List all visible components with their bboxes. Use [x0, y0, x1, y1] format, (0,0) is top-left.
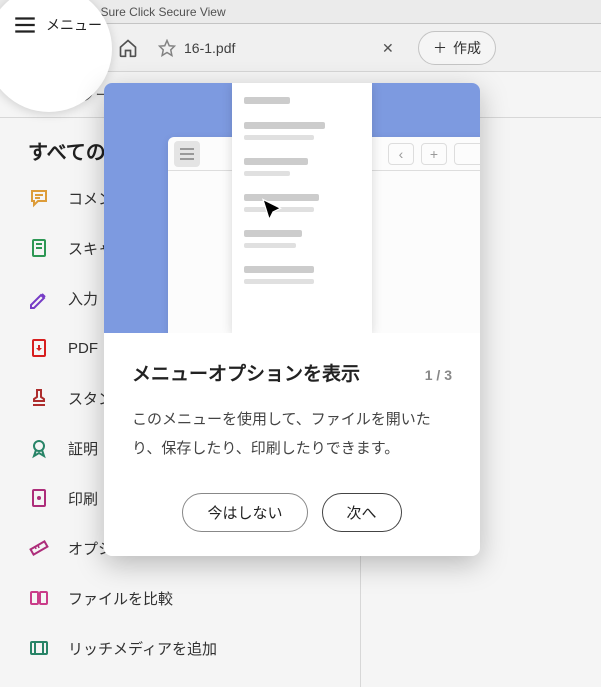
skip-button[interactable]: 今はしない	[182, 493, 307, 532]
home-button[interactable]	[108, 28, 148, 68]
tool-label: ファイルを比較	[68, 588, 173, 609]
next-button[interactable]: 次へ	[322, 493, 402, 532]
compare-icon	[28, 587, 50, 609]
media-icon	[28, 637, 50, 659]
create-label: 作成	[453, 38, 481, 58]
menu-label: メニュー	[42, 38, 98, 58]
tool-label: 証明	[68, 438, 98, 459]
modal-step: 1 / 3	[425, 367, 452, 383]
cert-icon	[28, 437, 50, 459]
scan-icon	[28, 237, 50, 259]
tool-label: PDF	[68, 340, 98, 357]
tool-item[interactable]: ファイルを比較	[28, 587, 346, 609]
ruler-icon	[28, 537, 50, 559]
pen-icon	[28, 287, 50, 309]
home-icon	[118, 38, 138, 58]
tool-label: 印刷	[68, 488, 98, 509]
create-button[interactable]: ＋ 作成	[418, 31, 496, 65]
modal-illustration: ‹ +	[104, 83, 480, 333]
modal-title: メニューオプションを表示	[132, 359, 360, 386]
export-icon	[28, 337, 50, 359]
star-icon[interactable]	[158, 39, 176, 57]
spotlight-menu-overlay: メニュー	[12, 12, 102, 38]
hamburger-icon	[12, 12, 38, 38]
document-tab[interactable]: 16-1.pdf ✕	[148, 30, 408, 66]
print-icon	[28, 487, 50, 509]
tab-label: 16-1.pdf	[176, 40, 382, 56]
tool-label: リッチメディアを追加	[68, 638, 217, 659]
tool-label: 入力	[68, 288, 98, 309]
cursor-icon	[258, 197, 288, 232]
menu-label-spot: メニュー	[46, 15, 102, 35]
modal-description: このメニューを使用して、ファイルを開いたり、保存したり、印刷したりできます。	[132, 406, 452, 463]
tool-item[interactable]: リッチメディアを追加	[28, 637, 346, 659]
plus-icon: ＋	[433, 38, 447, 58]
comment-icon	[28, 187, 50, 209]
close-tab-button[interactable]: ✕	[382, 40, 398, 56]
hamburger-icon	[10, 36, 34, 60]
stamp-icon	[28, 387, 50, 409]
onboarding-modal: ‹ + メニューオプションを表示 1 / 3 このメニューを使用して、ファイルを…	[104, 83, 480, 556]
